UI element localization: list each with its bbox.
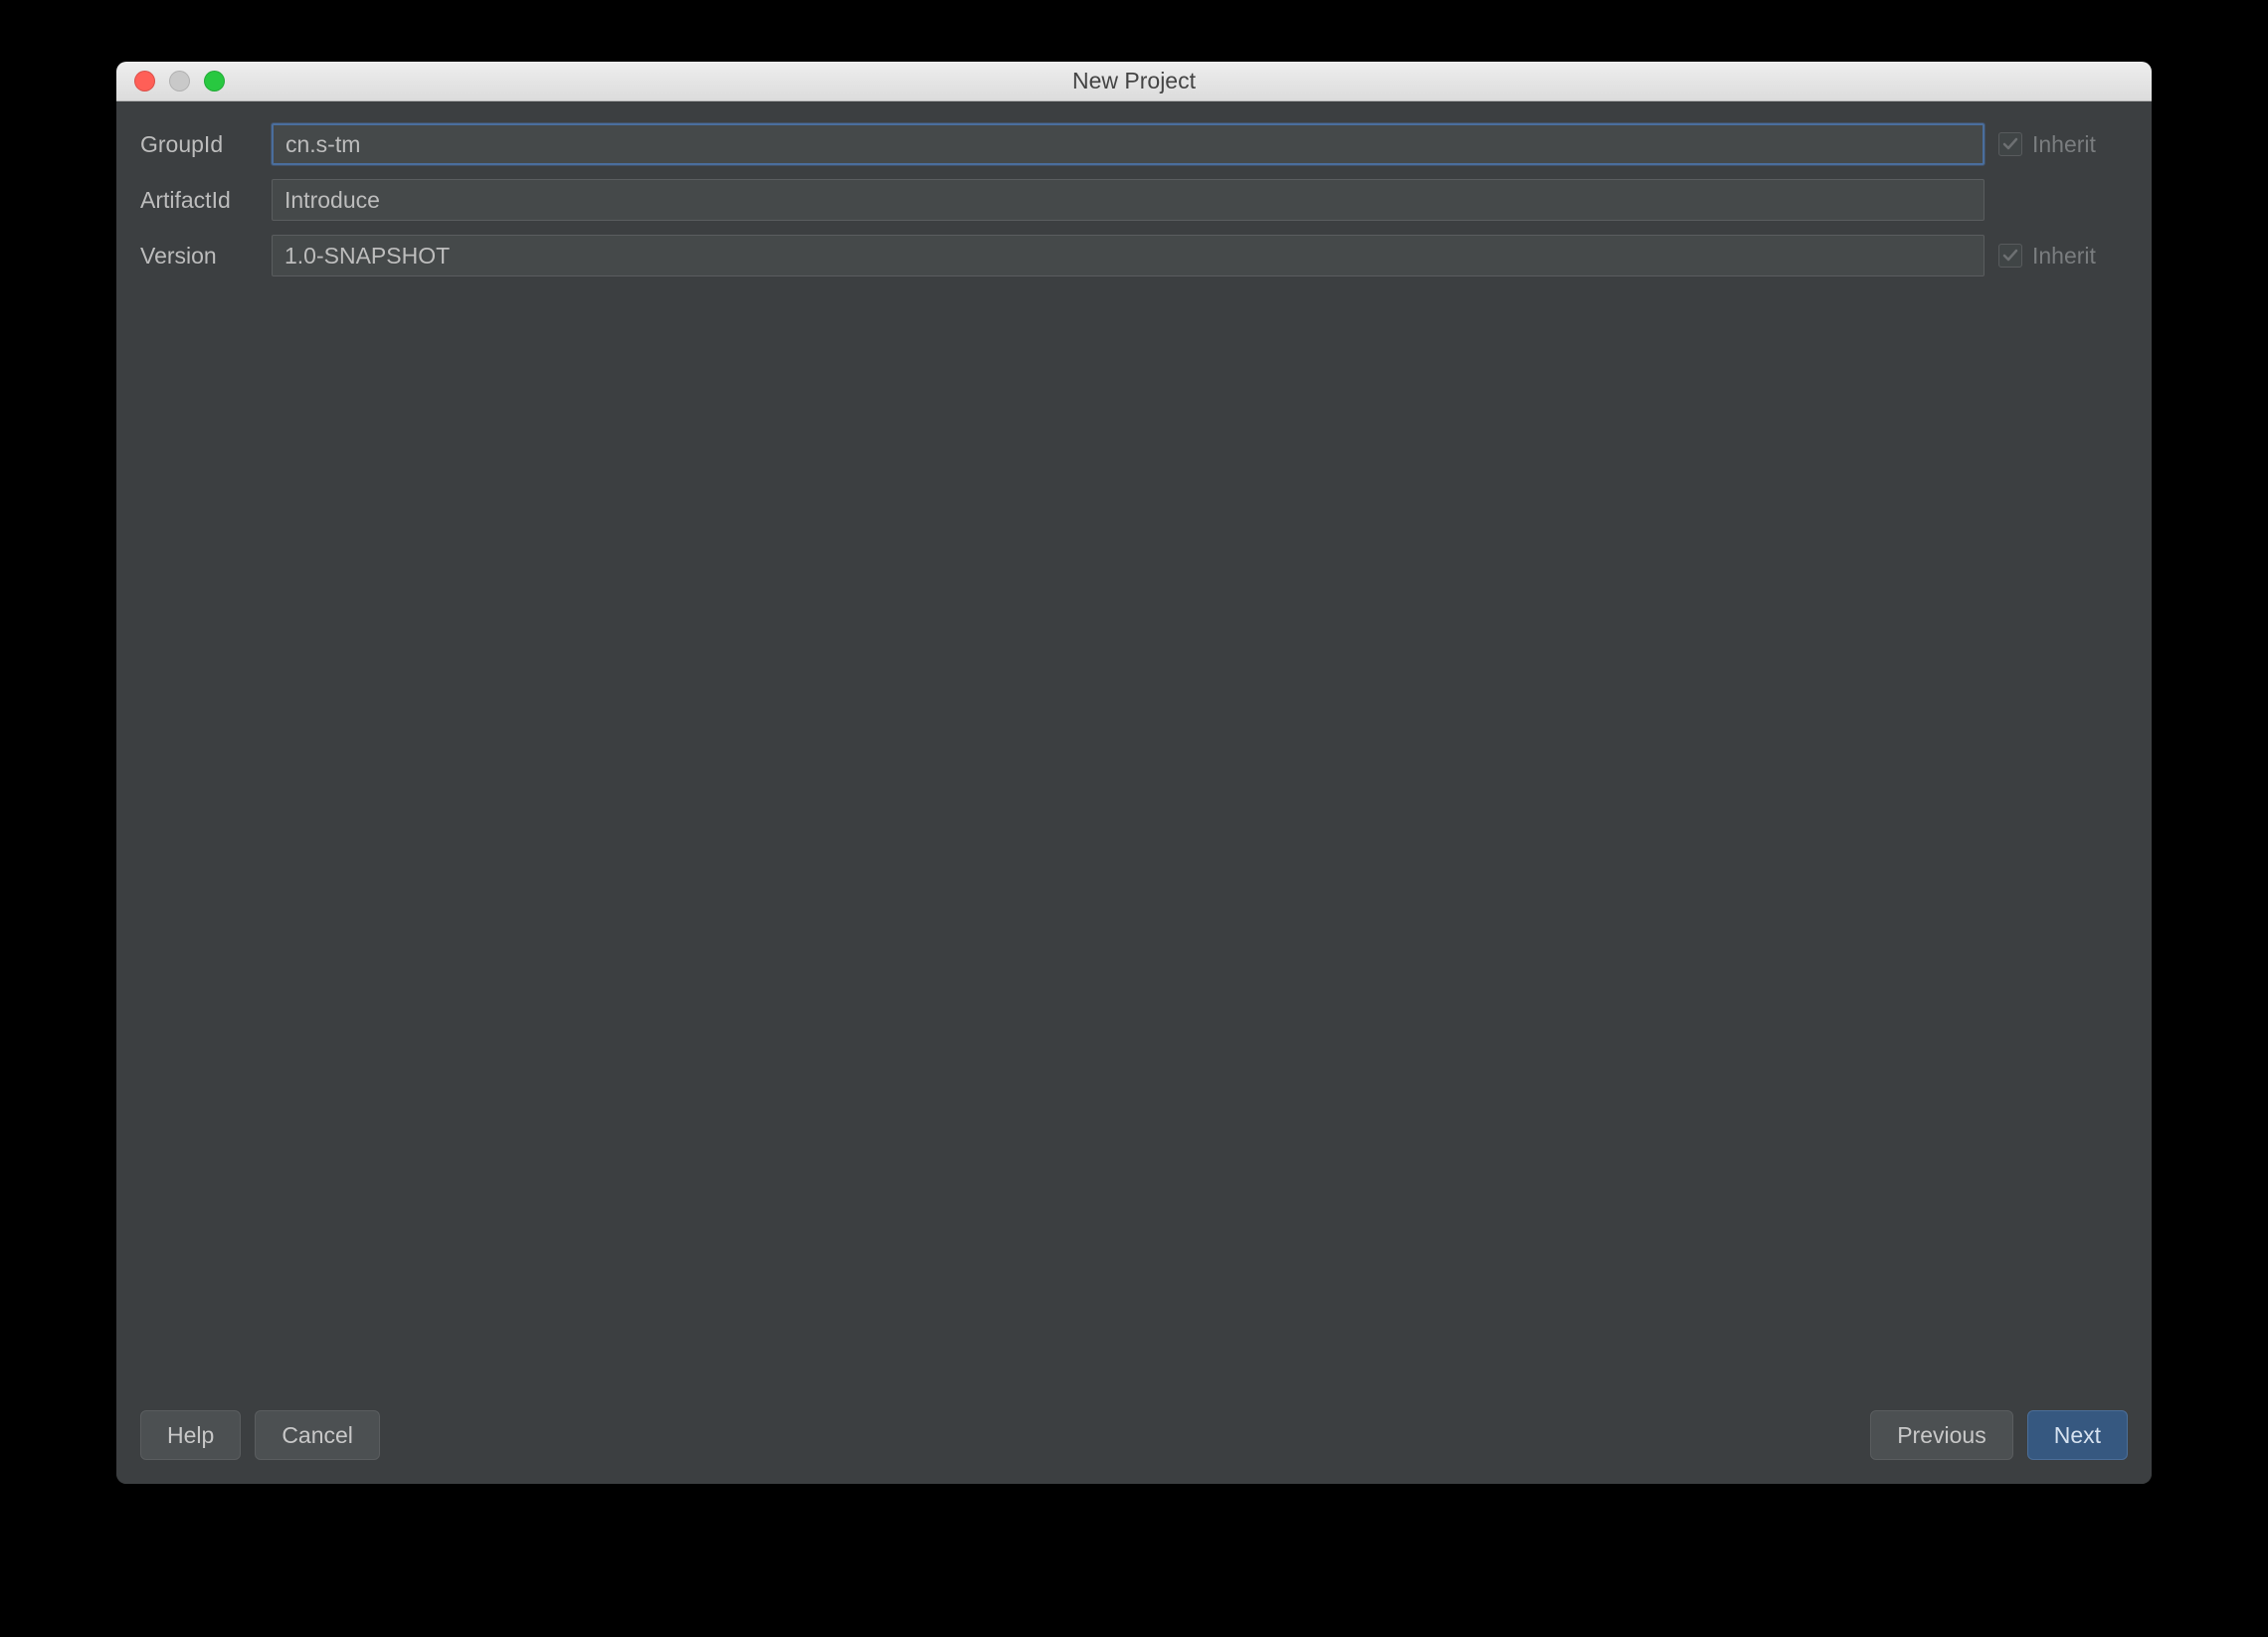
version-input[interactable]: 1.0-SNAPSHOT xyxy=(272,235,1984,276)
version-inherit-label: Inherit xyxy=(2032,243,2096,270)
window-title: New Project xyxy=(116,68,2152,94)
groupid-input[interactable]: cn.s-tm xyxy=(272,123,1984,165)
version-label: Version xyxy=(140,243,258,270)
dialog-footer: Help Cancel Previous Next xyxy=(116,1404,2152,1484)
window-controls xyxy=(116,71,225,91)
artifactid-input[interactable]: Introduce xyxy=(272,179,1984,221)
groupid-inherit-label: Inherit xyxy=(2032,131,2096,158)
artifactid-label: ArtifactId xyxy=(140,187,258,214)
groupid-label: GroupId xyxy=(140,131,258,158)
next-button[interactable]: Next xyxy=(2027,1410,2128,1460)
version-inherit: Inherit xyxy=(1998,243,2128,270)
previous-button[interactable]: Previous xyxy=(1870,1410,2012,1460)
new-project-dialog: New Project GroupId cn.s-tm Inherit Arti… xyxy=(116,62,2152,1484)
checkmark-icon xyxy=(2001,135,2019,153)
dialog-body: GroupId cn.s-tm Inherit ArtifactId Intro… xyxy=(116,101,2152,1404)
artifactid-row: ArtifactId Introduce xyxy=(140,179,2128,221)
version-row: Version 1.0-SNAPSHOT Inherit xyxy=(140,235,2128,276)
cancel-button[interactable]: Cancel xyxy=(255,1410,380,1460)
version-inherit-checkbox xyxy=(1998,244,2022,268)
groupid-row: GroupId cn.s-tm Inherit xyxy=(140,123,2128,165)
groupid-inherit: Inherit xyxy=(1998,131,2128,158)
close-icon[interactable] xyxy=(134,71,155,91)
maximize-icon[interactable] xyxy=(204,71,225,91)
help-button[interactable]: Help xyxy=(140,1410,241,1460)
checkmark-icon xyxy=(2001,247,2019,265)
groupid-inherit-checkbox xyxy=(1998,132,2022,156)
minimize-icon xyxy=(169,71,190,91)
titlebar: New Project xyxy=(116,62,2152,101)
